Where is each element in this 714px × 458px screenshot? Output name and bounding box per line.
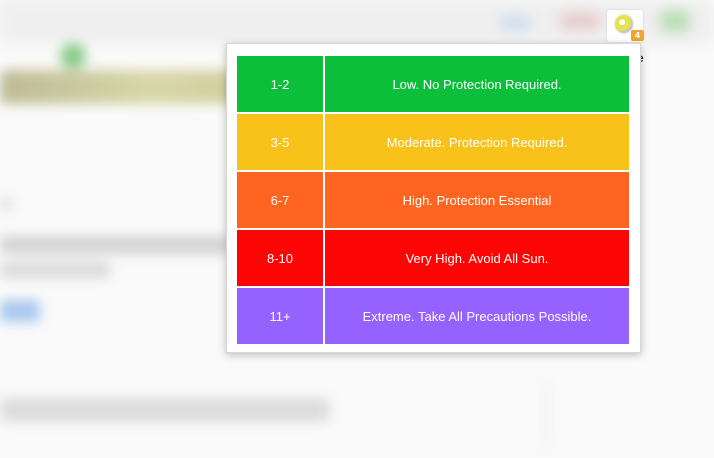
- uv-range-cell: 3-5: [235, 112, 325, 172]
- uv-description-cell: Extreme. Take All Precautions Possible.: [323, 286, 631, 346]
- uv-description-cell: Low. No Protection Required.: [323, 54, 631, 114]
- browser-page: 4 e 1-2Low. No Protection Required.3-5Mo…: [0, 0, 714, 458]
- uv-badge: 4: [631, 30, 644, 41]
- background-text-fragment: [0, 198, 12, 210]
- uv-row: 3-5 Moderate. Protection Required.: [235, 112, 631, 172]
- background-green-shape: [60, 44, 86, 68]
- background-heading: [0, 398, 330, 422]
- background-toolbar-icon: [560, 12, 600, 30]
- uv-extension-button[interactable]: 4: [607, 10, 644, 42]
- background-toolbar-icon: [660, 10, 690, 32]
- uv-range-cell: 1-2: [235, 54, 325, 114]
- uv-row: 11+ Extreme. Take All Precautions Possibl…: [235, 286, 631, 346]
- uv-row: 8-10 Very High. Avoid All Sun.: [235, 228, 631, 288]
- background-blue-button: [0, 300, 40, 322]
- uv-description-cell: Moderate. Protection Required.: [323, 112, 631, 172]
- uv-range-cell: 11+: [235, 286, 325, 346]
- background-text-line: [0, 262, 110, 278]
- uv-index-popup: 1-2 Low. No Protection Required. 3-5 Modera…: [226, 43, 641, 353]
- background-text-line: [0, 236, 230, 254]
- background-divider: [545, 380, 547, 450]
- uv-range-cell: 6-7: [235, 170, 325, 230]
- uv-row: 6-7 High. Protection Essential: [235, 170, 631, 230]
- uv-row: 1-2 Low. No Protection Required.: [235, 54, 631, 114]
- uv-range-cell: 8-10: [235, 228, 325, 288]
- background-toolbar-icon: [500, 16, 530, 30]
- uv-index-table: 1-2 Low. No Protection Required. 3-5 Modera…: [235, 54, 631, 346]
- uv-description-cell: Very High. Avoid All Sun.: [323, 228, 631, 288]
- uv-description-cell: High. Protection Essential: [323, 170, 631, 230]
